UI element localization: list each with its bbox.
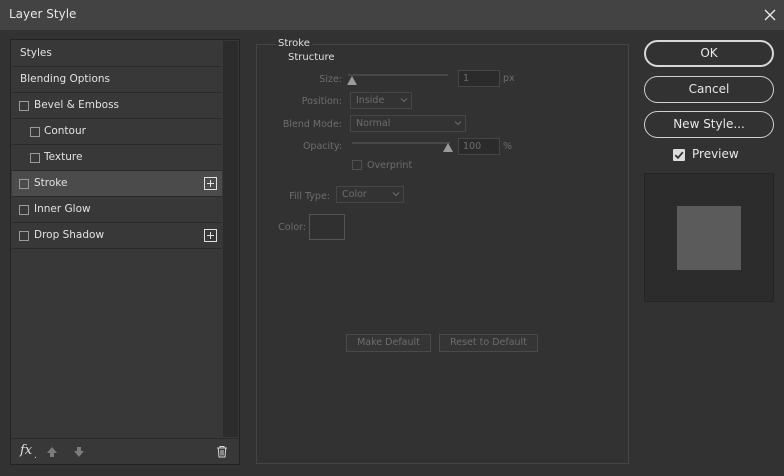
arrow-up-icon[interactable] [46, 446, 58, 458]
layer-style-dialog: Styles Blending Options Bevel & Emboss Cont… [0, 30, 784, 476]
styles-toolbar: fx . [11, 438, 239, 464]
color-swatch[interactable] [309, 214, 345, 240]
size-slider-thumb[interactable] [347, 76, 357, 85]
style-item-label: Styles [20, 47, 52, 59]
overprint-checkbox[interactable] [352, 160, 362, 170]
styles-scrollbar[interactable] [223, 41, 238, 437]
styles-panel: Styles Blending Options Bevel & Emboss Cont… [10, 39, 240, 465]
fill-type-value: Color [342, 189, 367, 200]
style-item-label: Stroke [34, 177, 68, 189]
style-item-label: Texture [44, 151, 83, 163]
structure-title: Structure [286, 52, 337, 63]
style-item-label: Blending Options [20, 73, 110, 85]
fill-type-label: Fill Type: [289, 191, 330, 202]
preview-swatch [677, 206, 741, 270]
check-icon [674, 151, 684, 160]
fill-type-dropdown[interactable]: Color [336, 186, 404, 203]
blend-mode-dropdown[interactable]: Normal [350, 115, 466, 132]
style-checkbox[interactable] [19, 179, 29, 189]
preview-checkbox[interactable] [673, 149, 685, 161]
style-item-drop-shadow[interactable]: Drop Shadow [12, 223, 222, 249]
stroke-group-title: Stroke [276, 38, 312, 49]
fx-menu-indicator: . [34, 451, 37, 461]
style-item-label: Contour [44, 125, 86, 137]
chevron-down-icon [454, 117, 462, 129]
reset-to-default-button[interactable]: Reset to Default [439, 334, 538, 352]
style-item-stroke[interactable]: Stroke [12, 171, 222, 197]
position-value: Inside [356, 95, 385, 106]
opacity-label: Opacity: [302, 141, 342, 152]
opacity-unit: % [503, 141, 513, 152]
window-title: Layer Style [9, 7, 77, 21]
style-item-label: Drop Shadow [34, 229, 105, 241]
opacity-input[interactable]: 100 [458, 138, 500, 155]
chevron-down-icon [392, 188, 400, 200]
stroke-group [256, 44, 629, 464]
preview-thumbnail [644, 173, 774, 302]
plus-icon[interactable] [204, 177, 217, 190]
size-unit: px [503, 73, 515, 84]
preview-label: Preview [692, 147, 739, 161]
blend-mode-value: Normal [356, 118, 391, 129]
fx-button[interactable]: fx [20, 443, 32, 458]
style-checkbox[interactable] [19, 101, 29, 111]
chevron-down-icon [400, 94, 408, 106]
make-default-button[interactable]: Make Default [346, 334, 431, 352]
style-checkbox[interactable] [19, 205, 29, 215]
style-item-texture[interactable]: Texture [12, 145, 222, 171]
trash-icon[interactable] [216, 445, 228, 458]
position-dropdown[interactable]: Inside [350, 92, 412, 109]
style-checkbox[interactable] [30, 127, 40, 137]
style-item-contour[interactable]: Contour [12, 119, 222, 145]
position-label: Position: [301, 96, 342, 107]
plus-icon[interactable] [204, 229, 217, 242]
overprint-label: Overprint [367, 160, 413, 171]
opacity-slider-thumb[interactable] [443, 143, 453, 152]
blend-mode-label: Blend Mode: [282, 119, 342, 130]
ok-button[interactable]: OK [644, 40, 774, 67]
title-bar: Layer Style [0, 0, 784, 30]
close-icon[interactable] [760, 5, 780, 25]
size-slider-track[interactable] [348, 74, 448, 76]
style-item-label: Inner Glow [34, 203, 91, 215]
styles-list: Styles Blending Options Bevel & Emboss Cont… [12, 41, 222, 249]
new-style-button[interactable]: New Style... [644, 111, 774, 138]
style-item-inner-glow[interactable]: Inner Glow [12, 197, 222, 223]
size-input[interactable]: 1 [458, 70, 500, 87]
opacity-slider-track[interactable] [352, 142, 450, 144]
style-item-bevel-emboss[interactable]: Bevel & Emboss [12, 93, 222, 119]
style-item-blending-options[interactable]: Blending Options [12, 67, 222, 93]
arrow-down-icon[interactable] [73, 446, 85, 458]
size-label: Size: [319, 74, 342, 85]
cancel-button[interactable]: Cancel [644, 76, 774, 103]
style-item-label: Bevel & Emboss [34, 99, 120, 111]
style-checkbox[interactable] [19, 231, 29, 241]
style-checkbox[interactable] [30, 153, 40, 163]
color-label: Color: [278, 222, 306, 233]
style-item-styles[interactable]: Styles [12, 41, 222, 67]
